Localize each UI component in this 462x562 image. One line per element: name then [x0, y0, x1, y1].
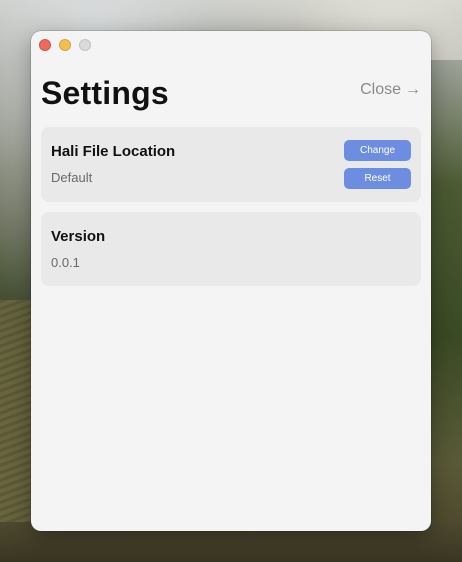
close-link-label: Close: [360, 81, 401, 98]
background-hillside-right: [430, 60, 462, 562]
change-button[interactable]: Change: [344, 140, 411, 161]
version-value: 0.0.1: [51, 255, 80, 270]
version-card: Version 0.0.1: [41, 212, 421, 286]
page-title: Settings: [41, 75, 169, 111]
version-heading: Version: [51, 228, 106, 245]
file-location-value: Default: [51, 170, 93, 185]
close-link[interactable]: Close →: [360, 81, 421, 99]
reset-button[interactable]: Reset: [344, 168, 411, 189]
window-minimize-button[interactable]: [59, 39, 71, 51]
window-controls: [39, 39, 91, 51]
arrow-right-icon: →: [405, 81, 421, 98]
window-zoom-button[interactable]: [79, 39, 91, 51]
settings-window: Settings Close → Hali File Location Defau…: [31, 31, 431, 531]
file-location-heading: Hali File Location: [51, 143, 176, 160]
file-location-card: Hali File Location Default Change Reset: [41, 127, 421, 202]
window-close-button[interactable]: [39, 39, 51, 51]
